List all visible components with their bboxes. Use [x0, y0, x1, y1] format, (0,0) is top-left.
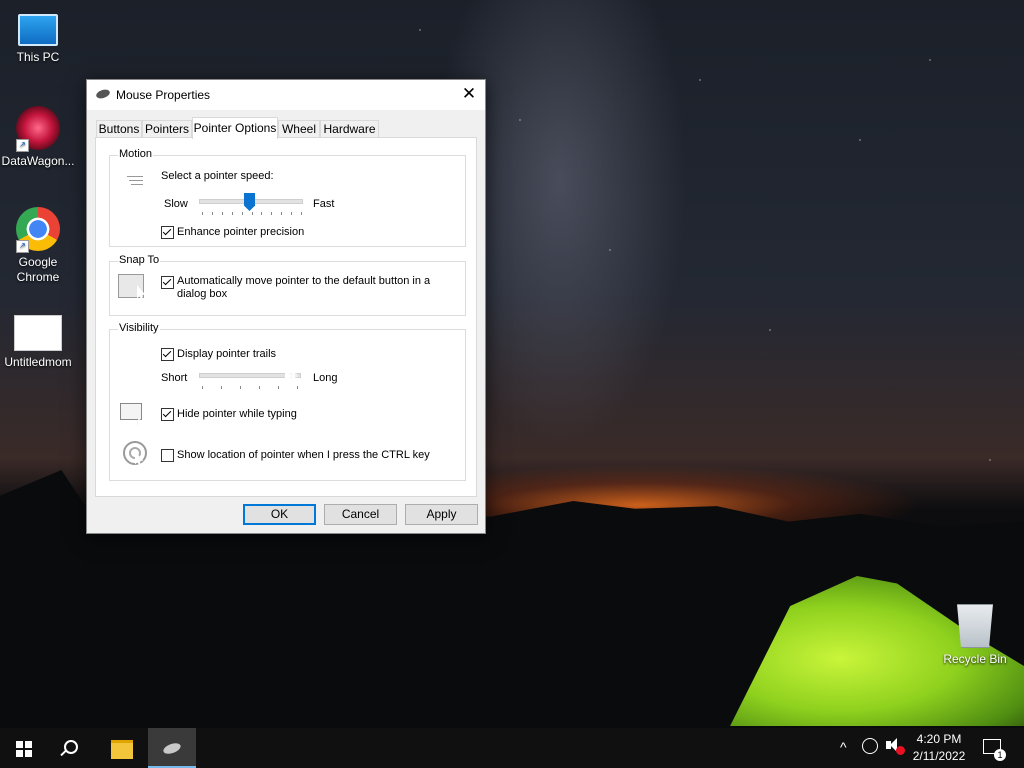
- slider-tick: [232, 212, 233, 215]
- short-label: Short: [161, 372, 188, 384]
- start-button[interactable]: [0, 728, 48, 768]
- desktop-icon-recycle-bin[interactable]: Recycle Bin: [938, 604, 1012, 667]
- tab-buttons[interactable]: Buttons: [96, 120, 142, 138]
- tab-wheel[interactable]: Wheel: [278, 120, 320, 138]
- show-location-label: Show location of pointer when I press th…: [177, 449, 430, 461]
- network-globe-icon[interactable]: [862, 738, 878, 754]
- system-clock[interactable]: 4:20 PM 2/11/2022: [905, 731, 973, 765]
- snap-to-icon: [118, 274, 146, 303]
- motion-group: Motion Select a pointer speed: Slow Fast…: [109, 148, 466, 247]
- slider-tick: [278, 386, 279, 389]
- trail-length-ticks: [202, 386, 298, 390]
- motion-group-label: Motion: [118, 148, 154, 160]
- fast-label: Fast: [313, 198, 335, 210]
- tab-pointer-options[interactable]: Pointer Options: [192, 117, 278, 139]
- title-bar[interactable]: Mouse Properties ✕: [87, 80, 485, 110]
- folder-icon: [111, 740, 133, 759]
- hide-while-typing-label: Hide pointer while typing: [177, 408, 297, 420]
- cancel-button[interactable]: Cancel: [324, 504, 397, 525]
- slider-tick: [297, 386, 298, 389]
- slider-tick: [221, 386, 222, 389]
- snap-to-group: Snap To Automatically move pointer to th…: [109, 254, 466, 316]
- show-location-checkbox[interactable]: [161, 449, 174, 462]
- slider-tick: [212, 212, 213, 215]
- mouse-properties-taskbar-button[interactable]: [148, 728, 196, 768]
- slider-tick: [259, 386, 260, 389]
- chrome-icon: ↗: [16, 207, 60, 253]
- visibility-group: Visibility Display pointer trails Short …: [109, 322, 466, 481]
- clock-date: 2/11/2022: [912, 749, 966, 763]
- slider-tick: [301, 212, 302, 215]
- recycle-bin-icon: [957, 604, 993, 648]
- desktop-icon-label: Untitledmom: [4, 355, 72, 369]
- slider-tick: [252, 212, 253, 215]
- dialog-title: Mouse Properties: [116, 88, 211, 102]
- slider-tick: [202, 386, 203, 389]
- desktop-icon-chrome[interactable]: ↗ Google Chrome: [1, 207, 75, 285]
- desktop-icon-label: Recycle Bin: [943, 652, 1007, 666]
- computer-icon: [18, 14, 58, 46]
- mouse-icon: [162, 741, 182, 756]
- shortcut-arrow-icon: ↗: [16, 139, 29, 152]
- enhance-precision-label: Enhance pointer precision: [177, 226, 305, 238]
- desktop-icon-this-pc[interactable]: This PC: [1, 10, 75, 65]
- windows-logo-icon: [16, 741, 32, 757]
- desktop-icon-untitledmom[interactable]: Untitledmom: [1, 315, 75, 370]
- tab-hardware[interactable]: Hardware: [320, 120, 379, 138]
- slider-tick: [291, 212, 292, 215]
- search-button[interactable]: [48, 728, 96, 768]
- datawagon-icon: ↗: [16, 106, 60, 152]
- slider-tick: [271, 212, 272, 215]
- snap-to-group-label: Snap To: [118, 254, 161, 266]
- mouse-icon: [95, 88, 111, 100]
- slider-tick: [242, 212, 243, 215]
- pointer-speed-ticks: [202, 212, 302, 216]
- visibility-group-label: Visibility: [118, 322, 160, 334]
- apply-button[interactable]: Apply: [405, 504, 478, 525]
- slider-tick: [240, 386, 241, 389]
- slider-tick: [222, 212, 223, 215]
- tab-panel-pointer-options: Motion Select a pointer speed: Slow Fast…: [95, 137, 477, 497]
- notification-count-badge: 1: [994, 749, 1006, 761]
- display-trails-checkbox[interactable]: [161, 348, 174, 361]
- close-button[interactable]: ✕: [453, 80, 485, 110]
- ok-button[interactable]: OK: [243, 504, 316, 525]
- desktop-icon-label: DataWagon...: [1, 154, 75, 168]
- display-trails-label: Display pointer trails: [177, 348, 277, 360]
- desktop-icon-label: Google Chrome: [16, 255, 60, 284]
- taskbar: ^ 4:20 PM 2/11/2022 1: [0, 728, 1024, 768]
- long-label: Long: [313, 372, 338, 384]
- slider-tick: [202, 212, 203, 215]
- enhance-precision-checkbox[interactable]: [161, 226, 174, 239]
- snap-to-label: Automatically move pointer to the defaul…: [177, 275, 431, 300]
- search-icon: [64, 740, 78, 754]
- desktop-icon-label: This PC: [16, 50, 60, 64]
- snap-to-checkbox[interactable]: [161, 276, 174, 289]
- hide-while-typing-checkbox[interactable]: [161, 408, 174, 421]
- tab-pointers[interactable]: Pointers: [142, 120, 192, 138]
- mouse-properties-dialog: Mouse Properties ✕ Buttons Pointers Poin…: [86, 79, 486, 534]
- slow-label: Slow: [164, 198, 188, 210]
- slider-tick: [281, 212, 282, 215]
- pointer-speed-slider[interactable]: [244, 193, 255, 211]
- clock-time: 4:20 PM: [916, 732, 962, 746]
- tray-chevron-icon[interactable]: ^: [840, 739, 847, 755]
- image-file-icon: [14, 315, 62, 351]
- desktop-icon-datawagon[interactable]: ↗ DataWagon...: [1, 106, 75, 169]
- hide-while-typing-icon: [120, 403, 144, 430]
- shortcut-arrow-icon: ↗: [16, 240, 29, 253]
- slider-tick: [261, 212, 262, 215]
- pointer-speed-prompt: Select a pointer speed:: [161, 170, 274, 182]
- file-explorer-button[interactable]: [98, 728, 146, 768]
- show-location-icon: [123, 441, 147, 469]
